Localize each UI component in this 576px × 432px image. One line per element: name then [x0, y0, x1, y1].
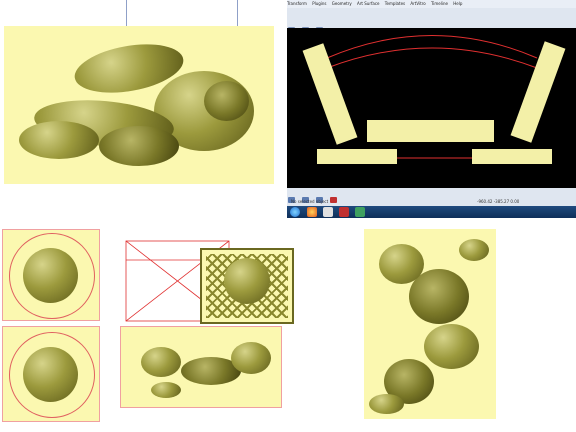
dragon-medallion-bottom	[2, 326, 100, 422]
dragon-medallion-top	[2, 229, 100, 321]
long-dragon-panel	[120, 326, 282, 408]
menu-item-geometry[interactable]: Geometry	[332, 1, 352, 6]
dragon-coil-upper	[379, 244, 424, 284]
phoenix-jaw-relief	[99, 126, 179, 166]
menu-item-plugins[interactable]: Plugins	[312, 1, 326, 6]
menu-item-help[interactable]: Help	[453, 1, 462, 6]
dragon-head-left	[141, 347, 181, 377]
dragon-coil-middle	[424, 324, 479, 369]
browser-icon[interactable]	[307, 207, 317, 217]
status-right: -960.42 -385.27 0.00	[477, 199, 520, 204]
center-panel[interactable]	[367, 120, 494, 142]
windows-taskbar	[287, 206, 576, 218]
menu-item-transform[interactable]: Transform	[287, 1, 307, 6]
taskbar-extra-icon[interactable]	[355, 207, 365, 217]
bottom-toolbar	[287, 188, 576, 203]
phoenix-eye-relief	[204, 81, 249, 121]
menu-item-timeline[interactable]: Timeline	[431, 1, 448, 6]
3d-viewport[interactable]	[287, 28, 576, 188]
delete-icon[interactable]	[330, 197, 338, 203]
menu-item-art-surface[interactable]: Art Surface	[357, 1, 379, 6]
dragon-body-top	[23, 248, 78, 303]
cloud-swirl	[151, 382, 181, 398]
top-divider-lines	[126, 0, 238, 26]
app-icon[interactable]	[323, 207, 333, 217]
bottom-right-panel[interactable]	[472, 149, 552, 164]
square-shou-emblem	[200, 248, 294, 324]
bottom-left-panel[interactable]	[317, 149, 397, 164]
dragon-head-right	[231, 342, 271, 374]
menu-bar: Transform Plugins Geometry Art Surface T…	[287, 0, 576, 8]
cloud-bottom-left	[369, 394, 404, 414]
secondary-toolbar	[287, 18, 576, 33]
menu-item-templates[interactable]: Templates	[385, 1, 405, 6]
taskbar-start-icon[interactable]	[290, 207, 300, 217]
relief-preview-icon[interactable]	[339, 207, 349, 217]
vertical-dragon-panel	[364, 229, 496, 419]
phoenix-relief-panel	[4, 26, 274, 184]
dragon-body-bottom	[23, 347, 78, 402]
shou-medallion-relief	[224, 258, 270, 304]
top-toolbar	[287, 9, 576, 24]
cad-software-window: Transform Plugins Geometry Art Surface T…	[287, 0, 576, 218]
menu-item-artvitro[interactable]: ArtVitro	[410, 1, 425, 6]
status-left: No selected object	[291, 199, 329, 204]
phoenix-wing-relief	[19, 121, 99, 159]
cloud-top-right	[459, 239, 489, 261]
